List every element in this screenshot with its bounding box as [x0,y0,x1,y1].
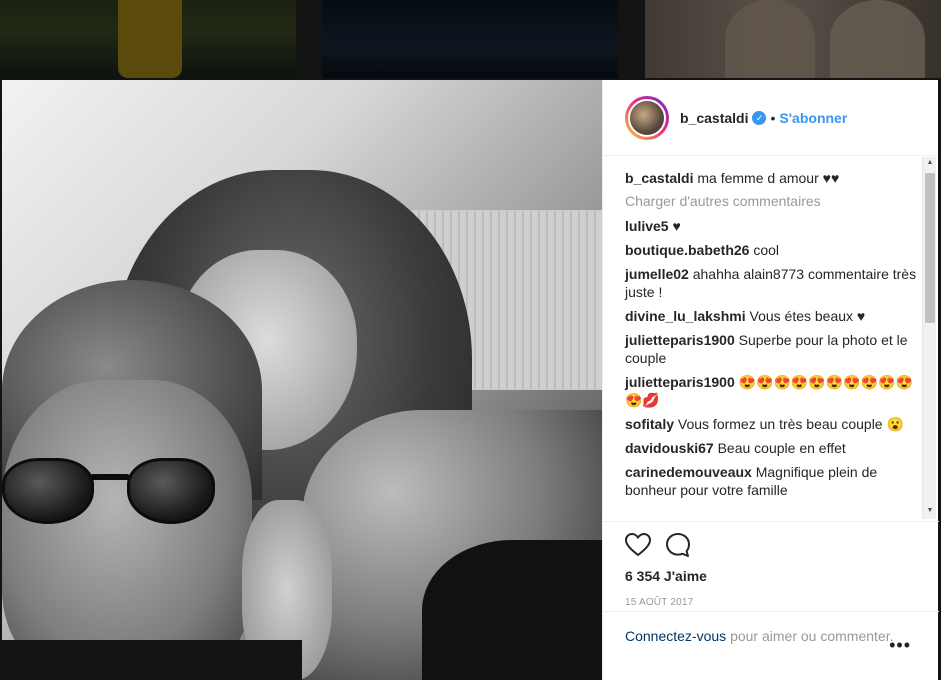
comment-item: julietteparis1900 😍😍😍😍😍😍😍😍😍😍😍💋 [625,373,925,409]
comment-item: boutique.babeth26 cool [625,241,925,259]
comment-username[interactable]: julietteparis1900 [625,374,735,390]
scrollbar-thumb[interactable] [925,173,935,323]
comment-item: carinedemouveaux Magnifique plein de bon… [625,463,925,499]
post-modal: b_castaldi ✓ • S'abonner b_castaldi ma f… [2,80,939,680]
scroll-up-icon[interactable]: ▲ [925,159,935,169]
heart-icon[interactable] [624,532,652,562]
scroll-down-icon[interactable]: ▼ [925,507,935,517]
separator-dot: • [770,109,776,126]
comment-item: divine_lu_lakshmi Vous étes beaux ♥ [625,307,925,325]
comment-text: ♥ [672,218,681,234]
comment-item: julietteparis1900 Superbe pour la photo … [625,331,925,367]
comment-item: davidouski67 Beau couple en effet [625,439,925,457]
post-sidebar: b_castaldi ✓ • S'abonner b_castaldi ma f… [602,80,939,680]
comment-username[interactable]: carinedemouveaux [625,464,752,480]
comment-username[interactable]: jumelle02 [625,266,689,282]
comment-username[interactable]: davidouski67 [625,440,714,456]
comment-username[interactable]: julietteparis1900 [625,332,735,348]
load-more-comments-button[interactable]: Charger d'autres commentaires [625,193,925,209]
post-date: 15 AOÛT 2017 [625,597,694,608]
comment-text: cool [753,242,780,258]
comment-text: Vous étes beaux ♥ [749,308,866,324]
post-header: b_castaldi ✓ • S'abonner [603,80,938,156]
follow-button[interactable]: S'abonner [779,110,847,126]
comment-item: sofitaly Vous formez un très beau couple… [625,415,925,433]
more-options-icon[interactable]: ••• [889,636,911,655]
post-author-username[interactable]: b_castaldi [680,110,748,126]
comment-item: jumelle02 ahahha alain8773 commentaire t… [625,265,925,301]
comment-username[interactable]: b_castaldi [625,170,693,186]
comments-scrollbar[interactable]: ▲ ▼ [922,157,936,519]
likes-count[interactable]: 6 354 J'aime [625,568,917,584]
post-photo[interactable] [2,80,602,680]
post-actions: 6 354 J'aime 15 AOÛT 2017 [603,521,939,608]
avatar[interactable] [625,95,669,140]
verified-icon: ✓ [752,110,767,125]
comment-text: Beau couple en effet [717,440,846,456]
comment-username[interactable]: boutique.babeth26 [625,242,749,258]
comment-text: Vous formez un très beau couple 😮 [677,416,904,432]
comment-text: ma femme d amour ♥♥ [697,170,840,186]
login-prompt-text: pour aimer ou commenter. [730,628,894,644]
login-link[interactable]: Connectez-vous [625,628,726,644]
caption: b_castaldi ma femme d amour ♥♥ [625,169,925,187]
comment-username[interactable]: lulive5 [625,218,669,234]
comment-username[interactable]: sofitaly [625,416,674,432]
comments-list: b_castaldi ma femme d amour ♥♥ Charger d… [603,157,925,521]
comment-item: lulive5 ♥ [625,217,925,235]
login-prompt: Connectez-vous pour aimer ou commenter. … [603,611,939,680]
comment-icon[interactable] [665,532,691,563]
comment-username[interactable]: divine_lu_lakshmi [625,308,746,324]
